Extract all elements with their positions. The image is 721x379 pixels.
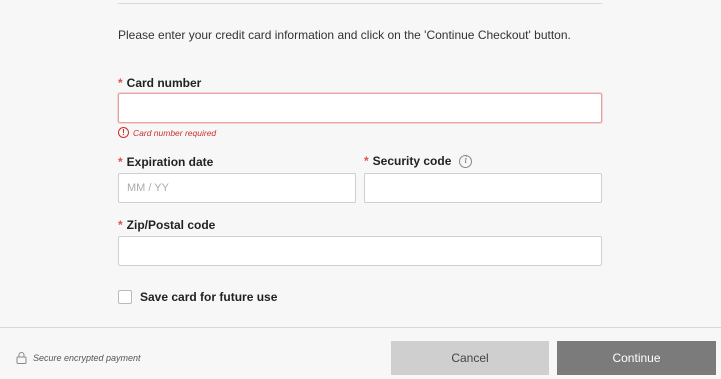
card-number-label: * Card number (118, 76, 201, 90)
card-number-error: ! Card number required (118, 127, 216, 138)
security-code-label-text: Security code (372, 154, 452, 168)
info-icon[interactable]: i (459, 154, 473, 168)
intro-text: Please enter your credit card informatio… (118, 28, 571, 42)
lock-icon (16, 351, 27, 364)
card-number-input[interactable] (118, 93, 602, 123)
expiration-label-text: Expiration date (126, 155, 214, 169)
cancel-button[interactable]: Cancel (391, 341, 549, 375)
expiration-label: * Expiration date (118, 155, 213, 169)
secure-payment-text: Secure encrypted payment (33, 352, 141, 363)
zip-label-text: Zip/Postal code (126, 218, 216, 232)
required-marker: * (364, 154, 369, 168)
error-icon: ! (118, 127, 129, 138)
required-marker: * (118, 76, 123, 90)
save-card-row[interactable]: Save card for future use (118, 290, 277, 304)
required-marker: * (118, 218, 123, 232)
footer-divider (0, 327, 721, 328)
top-divider (118, 3, 602, 4)
continue-button[interactable]: Continue (557, 341, 716, 375)
card-number-error-text: Card number required (133, 127, 217, 138)
secure-payment-note: Secure encrypted payment (16, 351, 141, 364)
save-card-label: Save card for future use (140, 290, 278, 304)
required-marker: * (118, 155, 123, 169)
zip-label: * Zip/Postal code (118, 218, 215, 232)
security-code-label: * Security code i (364, 154, 473, 168)
security-code-input[interactable] (364, 173, 602, 203)
expiration-input[interactable] (118, 173, 356, 203)
zip-input[interactable] (118, 236, 602, 266)
save-card-checkbox[interactable] (118, 290, 132, 304)
card-number-label-text: Card number (126, 76, 202, 90)
